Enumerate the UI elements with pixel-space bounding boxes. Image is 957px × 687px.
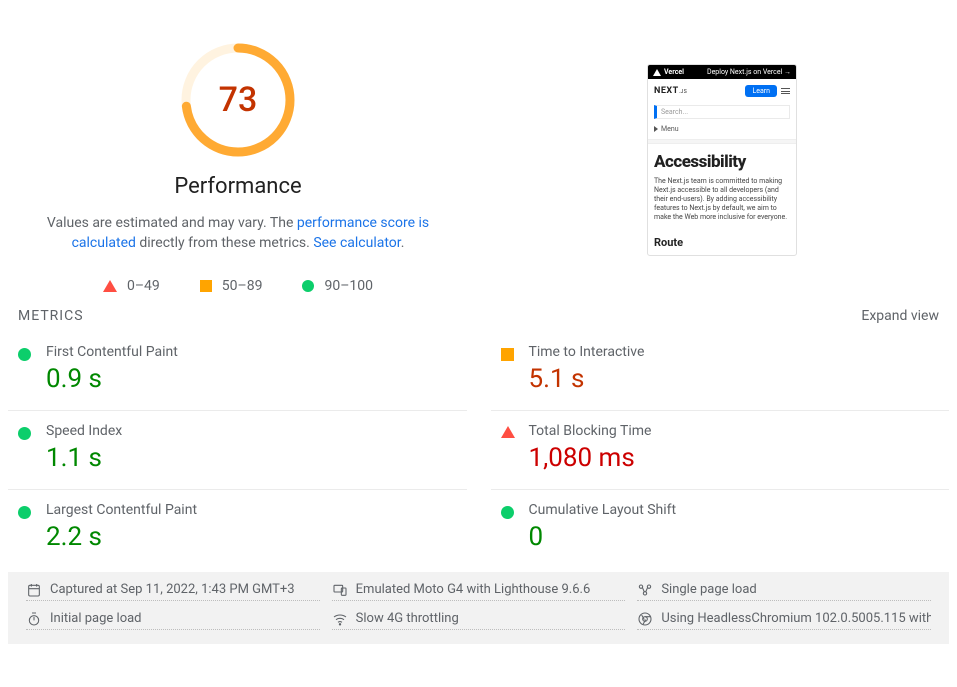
- environment-panel: Captured at Sep 11, 2022, 1:43 PM GMT+3 …: [8, 572, 949, 644]
- calculator-link[interactable]: See calculator: [313, 235, 400, 251]
- metric-name: Speed Index: [46, 423, 457, 439]
- metric-name: Total Blocking Time: [529, 423, 940, 439]
- metric-row[interactable]: Total Blocking Time 1,080 ms: [491, 410, 950, 489]
- calendar-icon: [26, 582, 42, 598]
- wifi-icon: [332, 611, 348, 627]
- metric-name: First Contentful Paint: [46, 344, 457, 360]
- env-chrome: Using HeadlessChromium 102.0.5005.115 wi…: [637, 611, 931, 630]
- metric-name: Cumulative Layout Shift: [529, 502, 940, 518]
- page-preview-thumbnail: Vercel Deploy Next.js on Vercel → NEXT.J…: [647, 64, 797, 256]
- metric-row[interactable]: Cumulative Layout Shift 0: [491, 489, 950, 568]
- metric-name: Time to Interactive: [529, 344, 940, 360]
- env-spa: Single page load: [637, 582, 931, 601]
- circle-icon: [501, 506, 514, 519]
- hamburger-icon: [781, 88, 790, 94]
- gauge-description: Values are estimated and may vary. The p…: [38, 213, 438, 254]
- square-icon: [501, 348, 514, 361]
- env-initial: Initial page load: [26, 611, 320, 630]
- devices-icon: [332, 582, 348, 598]
- metric-value: 1,080 ms: [529, 443, 940, 473]
- circle-icon: [18, 348, 31, 361]
- metric-row[interactable]: Largest Contentful Paint 2.2 s: [8, 489, 467, 568]
- metric-row[interactable]: First Contentful Paint 0.9 s: [8, 332, 467, 410]
- gauge-title: Performance: [174, 174, 301, 199]
- metric-value: 5.1 s: [529, 364, 940, 394]
- metric-row[interactable]: Time to Interactive 5.1 s: [491, 332, 950, 410]
- performance-gauge: 73: [178, 40, 298, 160]
- metric-value: 2.2 s: [46, 522, 457, 552]
- metric-row[interactable]: Speed Index 1.1 s: [8, 410, 467, 489]
- env-captured: Captured at Sep 11, 2022, 1:43 PM GMT+3: [26, 582, 320, 601]
- circle-icon: [302, 280, 314, 292]
- triangle-icon: [501, 426, 515, 438]
- metrics-heading: METRICS: [18, 308, 84, 324]
- circle-icon: [18, 427, 31, 440]
- metric-name: Largest Contentful Paint: [46, 502, 457, 518]
- performance-score: 73: [178, 40, 298, 160]
- nodes-icon: [637, 582, 653, 598]
- env-device: Emulated Moto G4 with Lighthouse 9.6.6: [332, 582, 626, 601]
- stopwatch-icon: [26, 611, 42, 627]
- triangle-icon: [103, 280, 117, 292]
- metric-value: 0: [529, 522, 940, 552]
- square-icon: [200, 280, 212, 292]
- score-legend: 0–49 50–89 90–100: [103, 278, 373, 294]
- metric-value: 0.9 s: [46, 364, 457, 394]
- env-network: Slow 4G throttling: [332, 611, 626, 630]
- metric-value: 1.1 s: [46, 443, 457, 473]
- circle-icon: [18, 506, 31, 519]
- expand-view-toggle[interactable]: Expand view: [861, 308, 939, 324]
- chrome-icon: [637, 611, 653, 627]
